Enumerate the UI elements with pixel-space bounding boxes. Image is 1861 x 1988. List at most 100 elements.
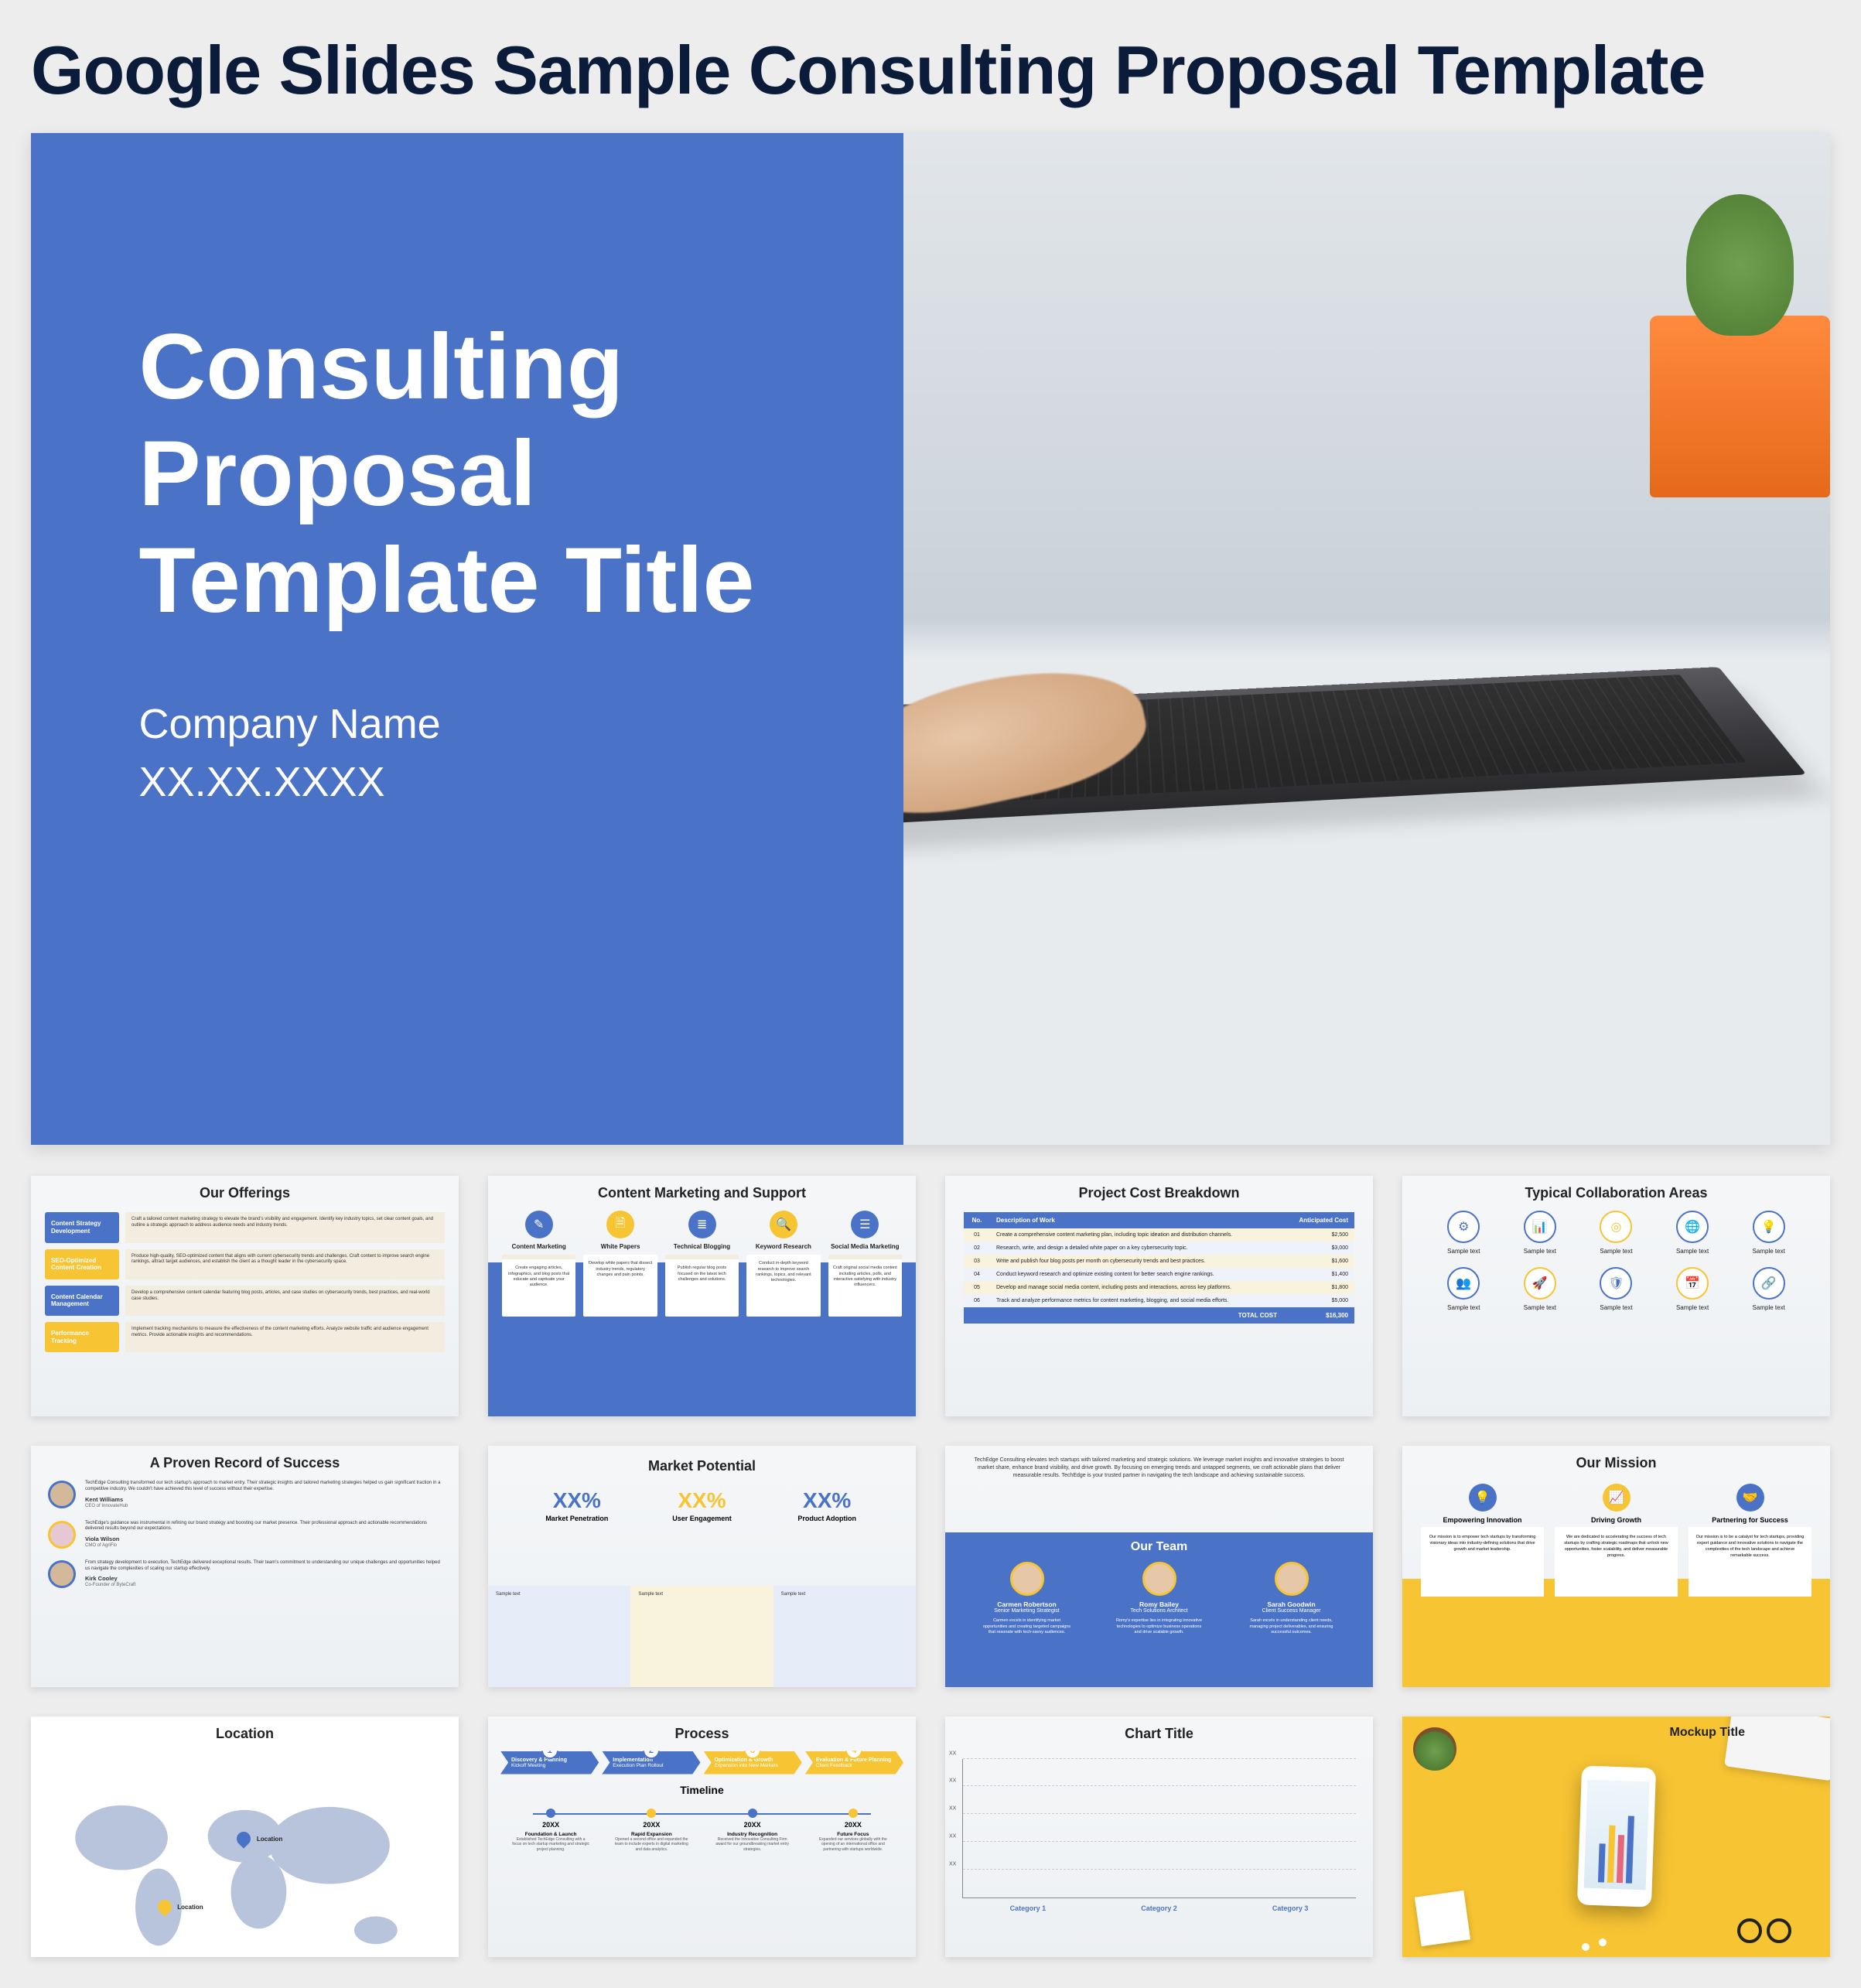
mockup-title: Mockup Title	[1670, 1726, 1746, 1740]
y-tick: XX	[949, 1751, 956, 1756]
metric-name: Market Penetration	[519, 1515, 635, 1522]
sticky-notes	[1415, 1890, 1470, 1945]
thumb-collaboration[interactable]: Typical Collaboration Areas ⚙Sample text…	[1402, 1176, 1830, 1416]
mission-desc: Our mission is to be a catalyst for tech…	[1689, 1527, 1811, 1597]
thumb-content-marketing[interactable]: Content Marketing and Support ✎Content M…	[488, 1176, 916, 1416]
percent: XX%	[644, 1488, 760, 1513]
timeline-heading: Industry Recognition	[714, 1832, 791, 1837]
category-label: Category 1	[1010, 1904, 1047, 1912]
step-sub: Expansion into New Markets	[715, 1763, 797, 1768]
target-icon: ◎	[1600, 1211, 1632, 1243]
person-role: Senior Marketing Strategist	[981, 1608, 1074, 1614]
person-name: Kent Williams	[85, 1496, 442, 1504]
slide-title: Process	[488, 1716, 916, 1748]
col-desc: Create engaging articles, infographics, …	[502, 1255, 575, 1317]
sample-label: Sample text	[1585, 1304, 1647, 1311]
slide-thumbnails: Our Offerings Content Strategy Developme…	[31, 1176, 1830, 1956]
thumb-offerings[interactable]: Our Offerings Content Strategy Developme…	[31, 1176, 459, 1416]
sample-label: Sample text	[1661, 1248, 1723, 1255]
offering-label: Performance Tracking	[45, 1322, 119, 1352]
plant-pot	[1650, 316, 1830, 498]
person-role: Co-Founder of ByteCraft	[85, 1583, 442, 1589]
metric-name: Product Adoption	[769, 1515, 885, 1522]
slide-title: Content Marketing and Support	[488, 1176, 916, 1207]
search-icon: 🔍	[770, 1211, 797, 1238]
edit-icon: ✎	[525, 1211, 553, 1238]
avatar	[48, 1521, 76, 1549]
shield-icon: 🛡	[1600, 1267, 1632, 1300]
thumb-mockup[interactable]: Mockup Title	[1402, 1716, 1830, 1957]
team-intro: TechEdge Consulting elevates tech startu…	[945, 1446, 1373, 1479]
slide-title: Market Potential	[488, 1449, 916, 1481]
timeline-year: 20XX	[714, 1821, 791, 1829]
thumb-market-potential[interactable]: Market Potential XX% Market Penetration X…	[488, 1446, 916, 1686]
col-desc: Publish regular blog posts focused on th…	[665, 1255, 739, 1317]
sample-label: Sample text	[1661, 1304, 1723, 1311]
pin-label: Location	[257, 1836, 282, 1843]
person-name: Romy Bailey	[1113, 1600, 1206, 1608]
mission-name: Empowering Innovation	[1421, 1516, 1544, 1524]
col-name: Keyword Research	[746, 1243, 820, 1250]
doc-icon: 🗎	[606, 1211, 634, 1238]
timeline-dot	[546, 1809, 555, 1818]
table-row: 02Research, write, and design a detailed…	[964, 1242, 1354, 1255]
plant-icon	[1413, 1727, 1456, 1771]
testimonial: TechEdge's guidance was instrumental in …	[85, 1521, 442, 1533]
col-desc: Conduct in-depth keyword research to imp…	[746, 1255, 820, 1317]
timeline-dot	[748, 1809, 757, 1818]
timeline-heading: Rapid Expansion	[613, 1832, 690, 1837]
people-icon: 👥	[1447, 1267, 1480, 1300]
person-role: CEO of InnovateHub	[85, 1504, 442, 1510]
link-icon: 🔗	[1753, 1267, 1785, 1300]
person-name: Viola Wilson	[85, 1535, 442, 1543]
social-icon: ☰	[851, 1211, 879, 1238]
mission-name: Driving Growth	[1555, 1516, 1678, 1524]
team-heading: Our Team	[961, 1540, 1357, 1554]
table-total: TOTAL COST$16,300	[964, 1307, 1354, 1324]
timeline-year: 20XX	[512, 1821, 589, 1829]
slide-title: Project Cost Breakdown	[945, 1176, 1373, 1207]
table-row: 03Write and publish four blog posts per …	[964, 1255, 1354, 1268]
slide-title: Location	[31, 1716, 459, 1748]
step-sub: Execution Plan Rollout	[613, 1763, 695, 1768]
percent: XX%	[519, 1488, 635, 1513]
company-name: Company Name	[139, 695, 814, 754]
timeline-dot	[647, 1809, 656, 1818]
thumb-chart[interactable]: Chart Title XX XX XX XX XX Category 1Cat…	[945, 1716, 1373, 1957]
thumb-cost-breakdown[interactable]: Project Cost Breakdown No.Description of…	[945, 1176, 1373, 1416]
metric-desc: Sample text	[488, 1586, 630, 1603]
thumb-location[interactable]: Location Location	[31, 1716, 459, 1957]
slide-title: Typical Collaboration Areas	[1402, 1176, 1830, 1207]
slide-title: A Proven Record of Success	[31, 1446, 459, 1477]
person-role: Client Success Manager	[1245, 1608, 1338, 1614]
timeline-desc: Expanded our services globally with the …	[814, 1837, 892, 1853]
timeline-desc: Received the Innovative Consulting Firm …	[714, 1837, 791, 1853]
person-desc: Carmen excels in identifying market oppo…	[981, 1618, 1074, 1634]
glasses-icon	[1737, 1918, 1807, 1943]
template-preview: Google Slides Sample Consulting Proposal…	[31, 31, 1830, 1957]
person-name: Carmen Robertson	[981, 1600, 1074, 1608]
y-tick: XX	[949, 1806, 956, 1812]
pin-label: Location	[177, 1904, 203, 1911]
hero-slide: Consulting Proposal Template Title Compa…	[31, 133, 1830, 1145]
hero-title: Consulting Proposal Template Title	[139, 313, 814, 634]
cactus-icon	[1686, 194, 1794, 336]
thumb-team[interactable]: TechEdge Consulting elevates tech startu…	[945, 1446, 1373, 1686]
thumb-mission[interactable]: Our Mission 💡Empowering InnovationOur mi…	[1402, 1446, 1830, 1686]
mission-desc: We are dedicated to accelerating the suc…	[1555, 1527, 1678, 1597]
thumb-process[interactable]: Process 1Discovery & PlanningKickoff Mee…	[488, 1716, 916, 1957]
offering-text: Implement tracking mechanisms to measure…	[125, 1322, 445, 1352]
mission-name: Partnering for Success	[1689, 1516, 1811, 1524]
col-desc: Develop white papers that dissect indust…	[583, 1255, 657, 1317]
offering-text: Craft a tailored content marketing strat…	[125, 1212, 445, 1242]
thumb-proven-record[interactable]: A Proven Record of Success TechEdge Cons…	[31, 1446, 459, 1686]
person-name: Kirk Cooley	[85, 1575, 442, 1583]
offering-label: Content Strategy Development	[45, 1212, 119, 1242]
timeline-title: Timeline	[500, 1784, 903, 1796]
metric-desc: Sample text	[773, 1586, 916, 1603]
person-role: Tech Solutions Architect	[1113, 1608, 1206, 1614]
phone-mockup	[1576, 1765, 1655, 1907]
slide-title: Our Offerings	[31, 1176, 459, 1207]
sample-label: Sample text	[1509, 1304, 1571, 1311]
table-row: 05Develop and manage social media conten…	[964, 1281, 1354, 1294]
